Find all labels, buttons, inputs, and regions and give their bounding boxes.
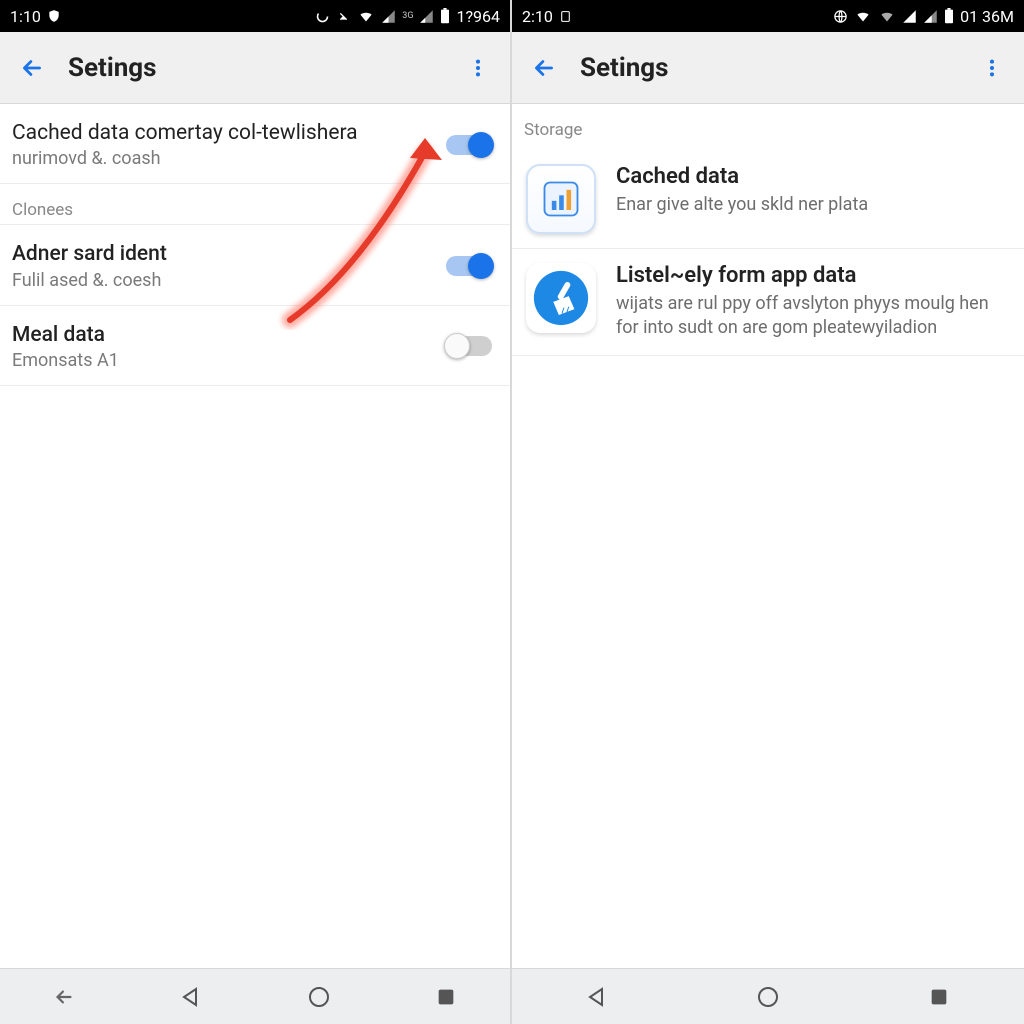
toggle-meal-data[interactable]	[446, 336, 492, 356]
setting-title: Cached data comertay col-tewlishera	[12, 120, 436, 146]
section-label-clonees: Clonees	[0, 184, 510, 224]
storage-chart-icon	[526, 164, 596, 234]
back-button[interactable]	[526, 50, 562, 86]
nav-bar	[512, 968, 1024, 1024]
no-data-icon	[336, 9, 351, 24]
battery-icon	[440, 8, 450, 24]
setting-sub: Fulil ased &. coesh	[12, 270, 436, 291]
back-button[interactable]	[14, 50, 50, 86]
wifi2-icon	[878, 9, 896, 24]
nav-home-button[interactable]	[738, 977, 798, 1017]
storage-title: Listel~ely form app data	[616, 263, 1010, 288]
setting-sub: nurimovd &. coash	[12, 148, 436, 169]
setting-title: Adner sard ident	[12, 241, 436, 267]
status-battery-label: 1?964	[456, 7, 500, 26]
setting-adner[interactable]: Adner sard ident Fulil ased &. coesh	[0, 224, 510, 305]
storage-broom-icon	[526, 263, 596, 333]
settings-list: Cached data comertay col-tewlishera nuri…	[0, 104, 510, 968]
wifi-icon	[854, 9, 872, 24]
signal2-icon: 3G	[402, 11, 413, 21]
shield-icon	[47, 9, 61, 23]
nav-recents-button[interactable]	[909, 977, 969, 1017]
nav-recents-button[interactable]	[416, 977, 476, 1017]
battery-icon	[944, 8, 954, 24]
status-time: 1:10	[10, 7, 41, 26]
nav-back-button[interactable]	[567, 977, 627, 1017]
phone-right: 2:10 01 36M	[512, 0, 1024, 1024]
signal-icon	[381, 9, 396, 24]
wifi-icon	[357, 9, 375, 24]
toggle-adner[interactable]	[446, 256, 492, 276]
setting-cached-data[interactable]: Cached data comertay col-tewlishera nuri…	[0, 104, 510, 184]
toggle-cached-data[interactable]	[446, 135, 492, 155]
storage-cached-data[interactable]: Cached data Enar give alte you skld ner …	[512, 150, 1024, 249]
app-bar: Setings	[512, 32, 1024, 104]
status-bar: 2:10 01 36M	[512, 0, 1024, 32]
section-label-storage: Storage	[512, 104, 1024, 150]
status-time: 2:10	[522, 7, 553, 26]
spinner-icon	[315, 9, 330, 24]
storage-sub: Enar give alte you skld ner plata	[616, 193, 1010, 217]
phone-left: 1:10 3G 1?964	[0, 0, 512, 1024]
storage-sub: wijats are rul ppy off avslyton phyys mo…	[616, 292, 1010, 341]
setting-sub: Emonsats A1	[12, 350, 436, 371]
signal-icon	[902, 9, 917, 24]
signal3-icon	[419, 9, 434, 24]
overflow-menu-button[interactable]	[974, 50, 1010, 86]
nav-back-button[interactable]	[161, 977, 221, 1017]
signal2-icon	[923, 9, 938, 24]
status-bar: 1:10 3G 1?964	[0, 0, 510, 32]
nav-home-button[interactable]	[289, 977, 349, 1017]
globe-icon	[833, 9, 848, 24]
storage-title: Cached data	[616, 164, 1010, 189]
app-bar: Setings	[0, 32, 510, 104]
storage-list: Storage Cached data Enar give alte you s…	[512, 104, 1024, 968]
page-title: Setings	[68, 53, 460, 83]
setting-meal-data[interactable]: Meal data Emonsats A1	[0, 306, 510, 386]
status-battery-label: 01 36M	[960, 7, 1014, 26]
card-icon	[559, 9, 572, 24]
nav-bar	[0, 968, 510, 1024]
overflow-menu-button[interactable]	[460, 50, 496, 86]
page-title: Setings	[580, 53, 974, 83]
setting-title: Meal data	[12, 322, 436, 348]
nav-extra-back-button[interactable]	[34, 977, 94, 1017]
storage-app-data[interactable]: Listel~ely form app data wijats are rul …	[512, 249, 1024, 356]
